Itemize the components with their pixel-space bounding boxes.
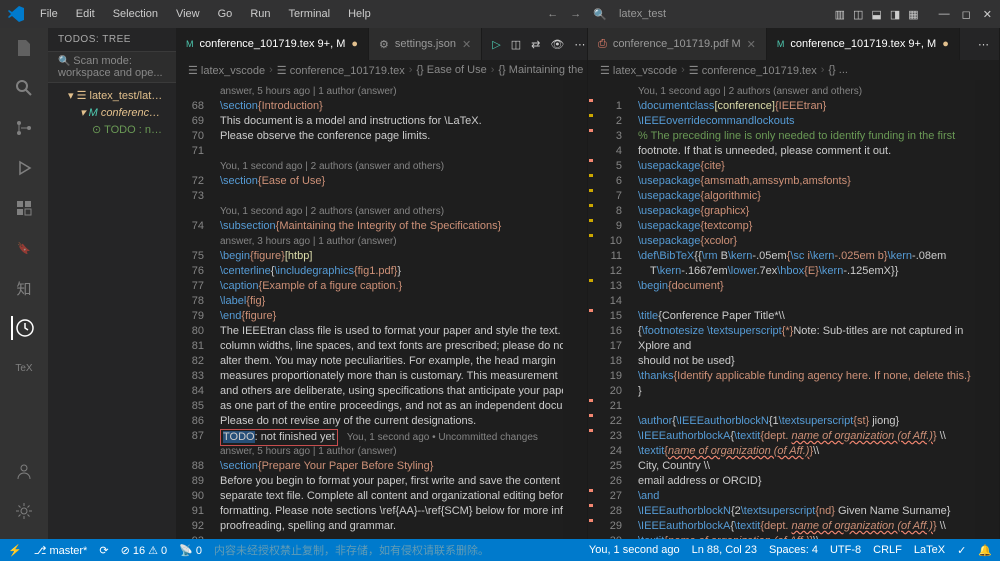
errors-indicator[interactable]: ⊘ 16 ⚠ 0 [121, 544, 168, 557]
tab-bar-right: ⎙conference_101719.pdf M✕Mconference_101… [588, 28, 999, 60]
tab[interactable]: Mconference_101719.tex 9+, M● [767, 28, 960, 60]
panel-right-icon[interactable]: ◨ [890, 8, 900, 21]
search-icon[interactable]: 🔍 [593, 8, 607, 21]
minimize-icon[interactable]: — [939, 8, 950, 21]
sidebar: TODOS: TREE 🔍 Scan mode: workspace and o… [48, 28, 176, 539]
nav-fwd-icon[interactable]: → [570, 8, 581, 20]
maximize-icon[interactable]: ◻ [962, 8, 971, 21]
more-icon[interactable]: ⋯ [978, 38, 989, 51]
sidebar-header: TODOS: TREE [48, 28, 176, 51]
notifications-icon[interactable]: 🔔 [978, 544, 992, 557]
editor-pane-right: ⎙conference_101719.pdf M✕Mconference_101… [588, 28, 1000, 539]
todo-tree: ▾ ☰ latex_test/latex_vscode ▾ M conferen… [48, 83, 176, 142]
todo-tree-icon[interactable] [11, 316, 35, 340]
remote-icon[interactable]: ⚡ [8, 544, 22, 557]
tex-icon[interactable]: TeX [12, 356, 36, 380]
minimap[interactable] [563, 80, 587, 539]
close-window-icon[interactable]: ✕ [983, 8, 992, 21]
preview-icon[interactable]: 👁 [550, 38, 564, 51]
run-icon[interactable]: ▷ [492, 38, 500, 51]
tab[interactable]: ⎙conference_101719.pdf M✕ [588, 28, 767, 60]
layout-toggle-icon[interactable]: ▥ [835, 8, 845, 21]
activity-bar: 🔖 知 TeX [0, 28, 48, 539]
window-title: latex_test [619, 8, 666, 20]
bookmark-icon[interactable]: 🔖 [12, 236, 36, 260]
scan-mode-bar[interactable]: 🔍 Scan mode: workspace and ope... [48, 51, 176, 83]
main-menu: FileEditSelectionViewGoRunTerminalHelp [32, 4, 379, 24]
code-editor-left[interactable]: 6869707172737475767778798081828384858687… [176, 80, 587, 539]
status-bar: ⚡ ⎇ master* ⟳ ⊘ 16 ⚠ 0 📡 0 内容未经授权禁止复制，非存… [0, 539, 1000, 561]
nav-back-icon[interactable]: ← [547, 8, 558, 20]
tree-folder[interactable]: ▾ ☰ latex_test/latex_vscode [48, 87, 176, 104]
ports-indicator[interactable]: 📡 0 [179, 544, 202, 557]
menu-help[interactable]: Help [340, 4, 379, 24]
status-item[interactable]: Ln 88, Col 23 [692, 544, 757, 556]
vscode-logo-icon [8, 6, 24, 22]
zhi-icon[interactable]: 知 [12, 276, 36, 300]
menu-run[interactable]: Run [242, 4, 278, 24]
account-icon[interactable] [12, 459, 36, 483]
panel-left-icon[interactable]: ◫ [853, 8, 863, 21]
sync-icon[interactable]: ⟳ [99, 544, 108, 557]
tab-bar-left: Mconference_101719.tex 9+, M●⚙settings.j… [176, 28, 587, 60]
status-item[interactable]: CRLF [873, 544, 902, 556]
editor-area: Mconference_101719.tex 9+, M●⚙settings.j… [176, 28, 1000, 539]
status-item[interactable]: Spaces: 4 [769, 544, 818, 556]
breadcrumb-right[interactable]: ☰ latex_vscode›☰ conference_101719.tex›{… [588, 60, 999, 80]
tree-todo-item[interactable]: ⊙ TODO : not finished yet [48, 121, 176, 138]
explorer-icon[interactable] [12, 36, 36, 60]
menu-go[interactable]: Go [210, 4, 241, 24]
menu-file[interactable]: File [32, 4, 66, 24]
tab[interactable]: ⚙settings.json✕ [369, 28, 482, 60]
status-item[interactable]: You, 1 second ago [589, 544, 680, 556]
debug-icon[interactable] [12, 156, 36, 180]
title-bar: FileEditSelectionViewGoRunTerminalHelp ←… [0, 0, 1000, 28]
search-icon[interactable] [12, 76, 36, 100]
tree-file[interactable]: ▾ M conference_101719.tex 9+, M [48, 104, 176, 121]
minimap[interactable] [975, 80, 999, 539]
code-editor-right[interactable]: 1234567891011121314151617181920212223242… [588, 80, 999, 539]
status-item[interactable]: LaTeX [914, 544, 945, 556]
menu-view[interactable]: View [168, 4, 208, 24]
menu-selection[interactable]: Selection [105, 4, 166, 24]
customize-layout-icon[interactable]: ▦ [908, 8, 918, 21]
status-item[interactable]: ✓ [957, 544, 966, 557]
editor-pane-left: Mconference_101719.tex 9+, M●⚙settings.j… [176, 28, 588, 539]
compare-icon[interactable]: ⇄ [531, 38, 540, 51]
menu-terminal[interactable]: Terminal [281, 4, 339, 24]
watermark: 内容未经授权禁止复制，非存储，如有侵权请联系删除。 [214, 542, 489, 558]
source-control-icon[interactable] [12, 116, 36, 140]
status-item[interactable]: UTF-8 [830, 544, 861, 556]
menu-edit[interactable]: Edit [68, 4, 103, 24]
breadcrumb-left[interactable]: ☰ latex_vscode›☰ conference_101719.tex›{… [176, 60, 587, 80]
panel-bottom-icon[interactable]: ⬓ [871, 8, 881, 21]
more-icon[interactable]: ⋯ [574, 38, 585, 51]
settings-gear-icon[interactable] [12, 499, 36, 523]
branch-indicator[interactable]: ⎇ master* [34, 544, 88, 557]
extensions-icon[interactable] [12, 196, 36, 220]
split-icon[interactable]: ◫ [511, 38, 521, 51]
tab[interactable]: Mconference_101719.tex 9+, M● [176, 28, 369, 60]
